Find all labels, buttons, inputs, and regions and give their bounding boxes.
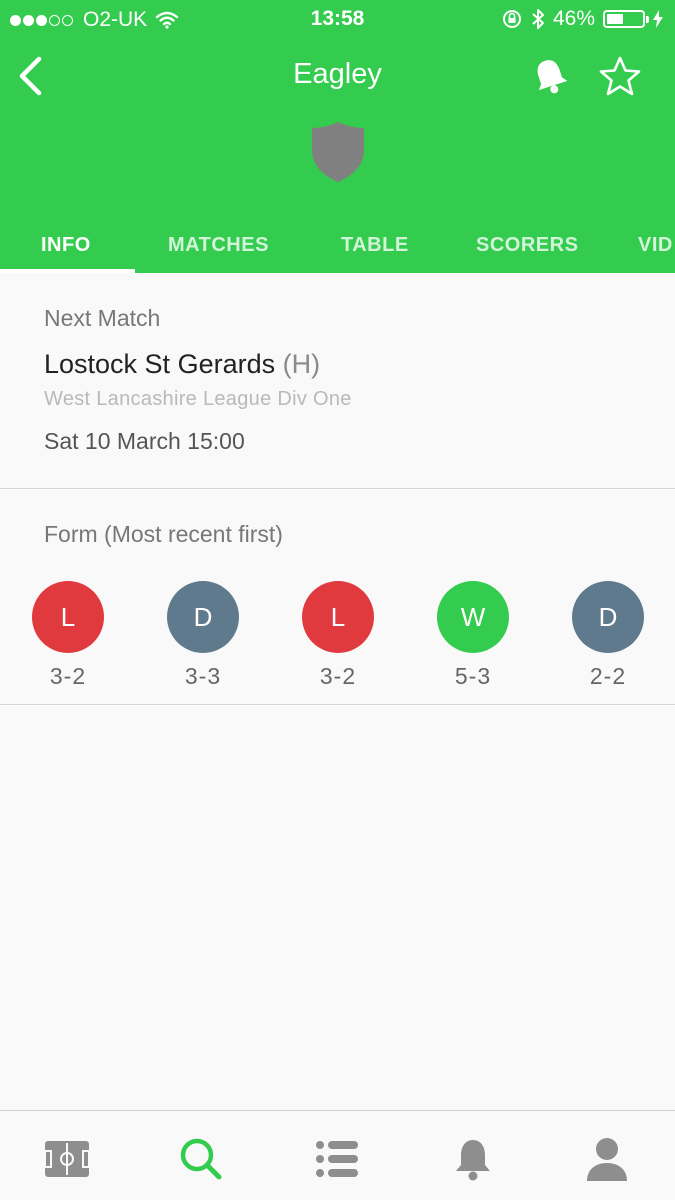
kickoff-datetime: Sat 10 March 15:00: [44, 428, 245, 454]
battery-level: [607, 14, 623, 24]
status-bar: O2-UK 13:58 46%: [0, 0, 675, 38]
user-icon: [587, 1138, 627, 1181]
form-result[interactable]: D 3-3: [163, 581, 243, 690]
tab-matches[interactable]: MATCHES: [168, 234, 269, 257]
result-badge: D: [167, 581, 239, 653]
result-letter: W: [460, 601, 486, 632]
battery-icon: [603, 10, 649, 28]
venue-indicator: (H): [282, 349, 321, 379]
status-right: 46%: [493, 7, 663, 31]
next-match-fixture: Lostock St Gerards (H): [44, 349, 320, 380]
favourite-button[interactable]: [596, 54, 644, 98]
pitch-icon: [44, 1141, 90, 1177]
result-score: 5-3: [454, 663, 492, 689]
tab-scorers[interactable]: SCORERS: [476, 234, 578, 257]
page-title: Eagley: [293, 58, 382, 90]
bottom-tab-bar: [0, 1110, 675, 1200]
result-score: 2-2: [589, 663, 627, 689]
result-score: 3-2: [319, 663, 357, 689]
form-result[interactable]: W 5-3: [433, 581, 513, 690]
result-badge: W: [437, 581, 509, 653]
result-letter: L: [330, 601, 346, 632]
charging-icon: [653, 10, 663, 28]
result-letter: D: [193, 601, 213, 632]
opponent-name: Lostock St Gerards: [44, 349, 276, 379]
form-result[interactable]: L 3-2: [28, 581, 108, 690]
result-badge: D: [572, 581, 644, 653]
form-section: Form (Most recent first) L 3-2 D 3-3 L 3…: [0, 489, 675, 705]
bell-icon: [456, 1140, 490, 1181]
star-outline-icon: [599, 56, 641, 96]
result-letter: L: [60, 601, 76, 632]
team-crest-shield-icon: [312, 122, 364, 182]
tab-videos[interactable]: VID: [638, 234, 673, 257]
tab-notifications[interactable]: [449, 1135, 497, 1183]
result-score: 3-3: [184, 663, 222, 689]
next-match-heading: Next Match: [44, 305, 161, 331]
search-icon: [180, 1138, 222, 1180]
tab-info[interactable]: INFO: [41, 234, 91, 257]
bell-icon: [537, 60, 568, 94]
orientation-lock-icon: [502, 10, 521, 28]
next-match-card[interactable]: Next Match Lostock St Gerards (H) West L…: [0, 273, 675, 489]
result-letter: D: [598, 601, 618, 632]
tab-profile[interactable]: [583, 1135, 631, 1183]
tab-matches-pitch[interactable]: [43, 1135, 91, 1183]
tab-search[interactable]: [177, 1135, 225, 1183]
tab-table[interactable]: TABLE: [341, 234, 409, 257]
result-badge: L: [302, 581, 374, 653]
form-result[interactable]: D 2-2: [568, 581, 648, 690]
form-heading: Form (Most recent first): [44, 521, 283, 547]
form-result[interactable]: L 3-2: [298, 581, 378, 690]
league-name: West Lancashire League Div One: [44, 388, 352, 410]
list-icon: [316, 1141, 358, 1177]
bluetooth-icon: [532, 9, 544, 29]
tab-list[interactable]: [313, 1135, 361, 1183]
team-screen: O2-UK 13:58 46% Eagley INFO MATCHES TABL…: [0, 0, 675, 1200]
result-score: 3-2: [49, 663, 87, 689]
team-header: O2-UK 13:58 46% Eagley INFO MATCHES TABL…: [0, 0, 675, 273]
result-badge: L: [32, 581, 104, 653]
notifications-button[interactable]: [528, 54, 572, 98]
section-tabs: INFO MATCHES TABLE SCORERS VID: [0, 216, 675, 273]
battery-percent: 46%: [552, 7, 595, 30]
